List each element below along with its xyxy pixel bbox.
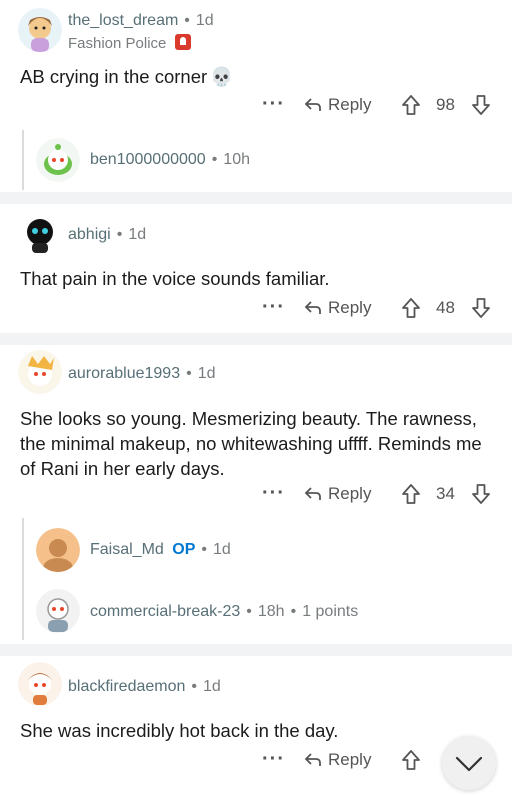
reply-button[interactable]: Reply	[304, 484, 371, 504]
thread-line[interactable]	[22, 130, 24, 190]
meta-dot: •	[191, 678, 198, 695]
username[interactable]: aurorablue1993	[68, 365, 180, 382]
flair-text: Fashion Police	[68, 35, 167, 52]
reply-label: Reply	[328, 750, 372, 769]
meta-dot: •	[246, 603, 252, 620]
user-flair: Fashion Police	[68, 34, 191, 52]
vote-score: 48	[436, 298, 455, 317]
timestamp: 18h	[257, 603, 285, 620]
reply-label: Reply	[328, 484, 372, 503]
downvote-icon[interactable]	[470, 483, 492, 505]
upvote-icon[interactable]	[400, 749, 422, 771]
comment-body: That pain in the voice sounds familiar.	[20, 268, 330, 289]
avatar[interactable]	[36, 138, 80, 182]
meta-dot: •	[290, 603, 297, 620]
timestamp: 1d	[213, 541, 231, 558]
comment-body: She looks so young. Mesmerizing beauty. …	[20, 408, 482, 479]
downvote-icon[interactable]	[470, 297, 492, 319]
reply-button[interactable]: Reply	[304, 298, 371, 318]
chevron-down-icon	[455, 756, 483, 772]
downvote-icon[interactable]	[470, 94, 492, 116]
comment-meta: Faisal_Md OP • 1d	[90, 541, 231, 559]
reply-button[interactable]: Reply	[304, 95, 371, 115]
username[interactable]: blackfiredaemon	[68, 678, 185, 695]
points: 1 points	[302, 603, 359, 620]
skull-emoji: 💀	[210, 66, 234, 87]
username[interactable]: the_lost_dream	[68, 12, 178, 29]
username[interactable]: ben1000000000	[90, 151, 206, 168]
avatar[interactable]	[18, 8, 62, 52]
meta-dot: •	[186, 365, 192, 382]
comment-body: She was incredibly hot back in the day.	[20, 720, 339, 741]
op-badge: OP	[172, 541, 196, 558]
comment-meta: aurorablue1993 • 1d	[68, 365, 216, 383]
avatar[interactable]	[36, 528, 80, 572]
comment-actions: ··· Reply 34	[0, 482, 512, 510]
reply-button[interactable]: Reply	[304, 750, 371, 770]
reply-icon	[304, 301, 321, 314]
comment-actions: ··· Reply 98	[0, 93, 512, 121]
avatar[interactable]	[36, 589, 80, 633]
meta-dot: •	[184, 12, 190, 29]
comment-separator	[0, 192, 512, 204]
comment-meta: abhigi • 1d	[68, 226, 146, 244]
vote-score: 34	[436, 484, 455, 503]
timestamp: 1d	[197, 365, 216, 382]
timestamp: 1d	[128, 226, 147, 243]
more-options-icon[interactable]: ···	[262, 748, 285, 771]
reply-label: Reply	[328, 95, 372, 114]
more-options-icon[interactable]: ···	[262, 296, 285, 319]
username[interactable]: commercial-break-23	[90, 603, 240, 620]
thread-line[interactable]	[22, 518, 24, 640]
upvote-icon[interactable]	[400, 94, 422, 116]
comment-meta: ben1000000000 • 10h	[90, 151, 250, 169]
comment-text: AB crying in the corner	[20, 66, 208, 87]
avatar[interactable]	[18, 350, 62, 394]
reply-icon	[304, 98, 321, 111]
comment-meta: blackfiredaemon • 1d	[68, 678, 221, 696]
meta-dot: •	[201, 541, 207, 558]
reply-icon	[304, 487, 321, 500]
timestamp: 10h	[223, 151, 250, 168]
comment-separator	[0, 644, 512, 656]
reply-label: Reply	[328, 298, 372, 317]
comment-separator	[0, 333, 512, 345]
comment-actions: ··· Reply 48	[0, 296, 512, 324]
upvote-icon[interactable]	[400, 483, 422, 505]
meta-dot: •	[211, 151, 218, 168]
avatar[interactable]	[18, 210, 62, 254]
avatar[interactable]	[18, 662, 62, 706]
timestamp: 1d	[195, 12, 214, 29]
username[interactable]: Faisal_Md	[90, 541, 164, 558]
scroll-down-button[interactable]	[442, 736, 496, 790]
upvote-icon[interactable]	[400, 297, 422, 319]
siren-icon	[174, 34, 191, 50]
timestamp: 1d	[203, 678, 221, 695]
meta-dot: •	[116, 226, 123, 243]
more-options-icon[interactable]: ···	[262, 482, 285, 505]
reply-icon	[304, 753, 321, 766]
more-options-icon[interactable]: ···	[262, 93, 285, 116]
username[interactable]: abhigi	[68, 226, 111, 243]
vote-score: 98	[436, 95, 455, 114]
comment-meta: commercial-break-23 • 18h • 1 points	[90, 603, 358, 621]
comment-meta: the_lost_dream • 1d	[68, 12, 214, 30]
comment-body: AB crying in the corner 💀	[20, 64, 500, 89]
comment-actions: ··· Reply	[0, 748, 512, 776]
